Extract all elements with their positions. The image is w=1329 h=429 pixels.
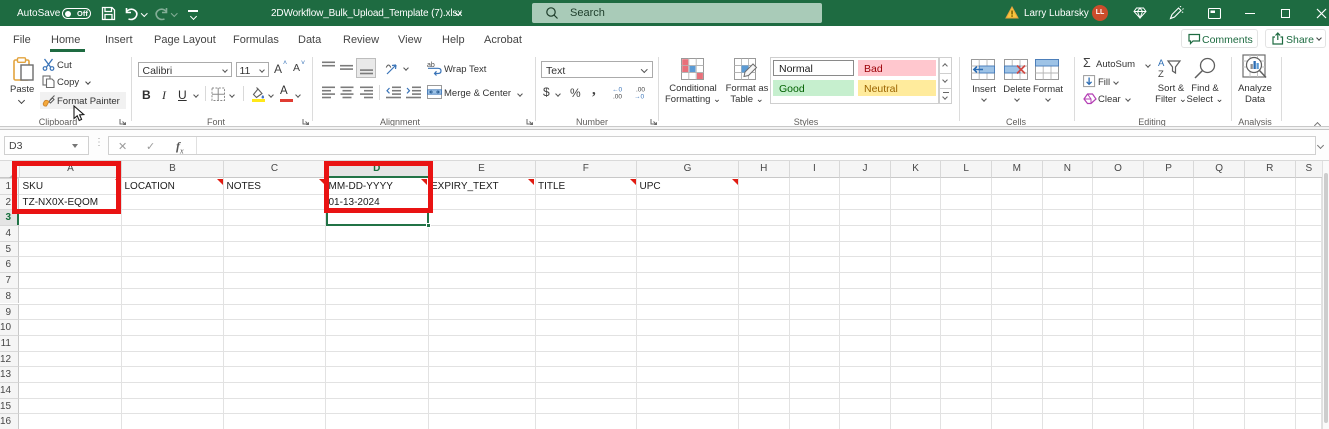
svg-text:←0: ←0 [612,87,623,94]
svg-text:.00: .00 [613,94,622,101]
svg-text:A: A [1158,58,1165,69]
svg-text:Z: Z [1158,69,1164,80]
svg-text:→0: →0 [634,94,645,101]
svg-text:.00: .00 [636,87,645,94]
